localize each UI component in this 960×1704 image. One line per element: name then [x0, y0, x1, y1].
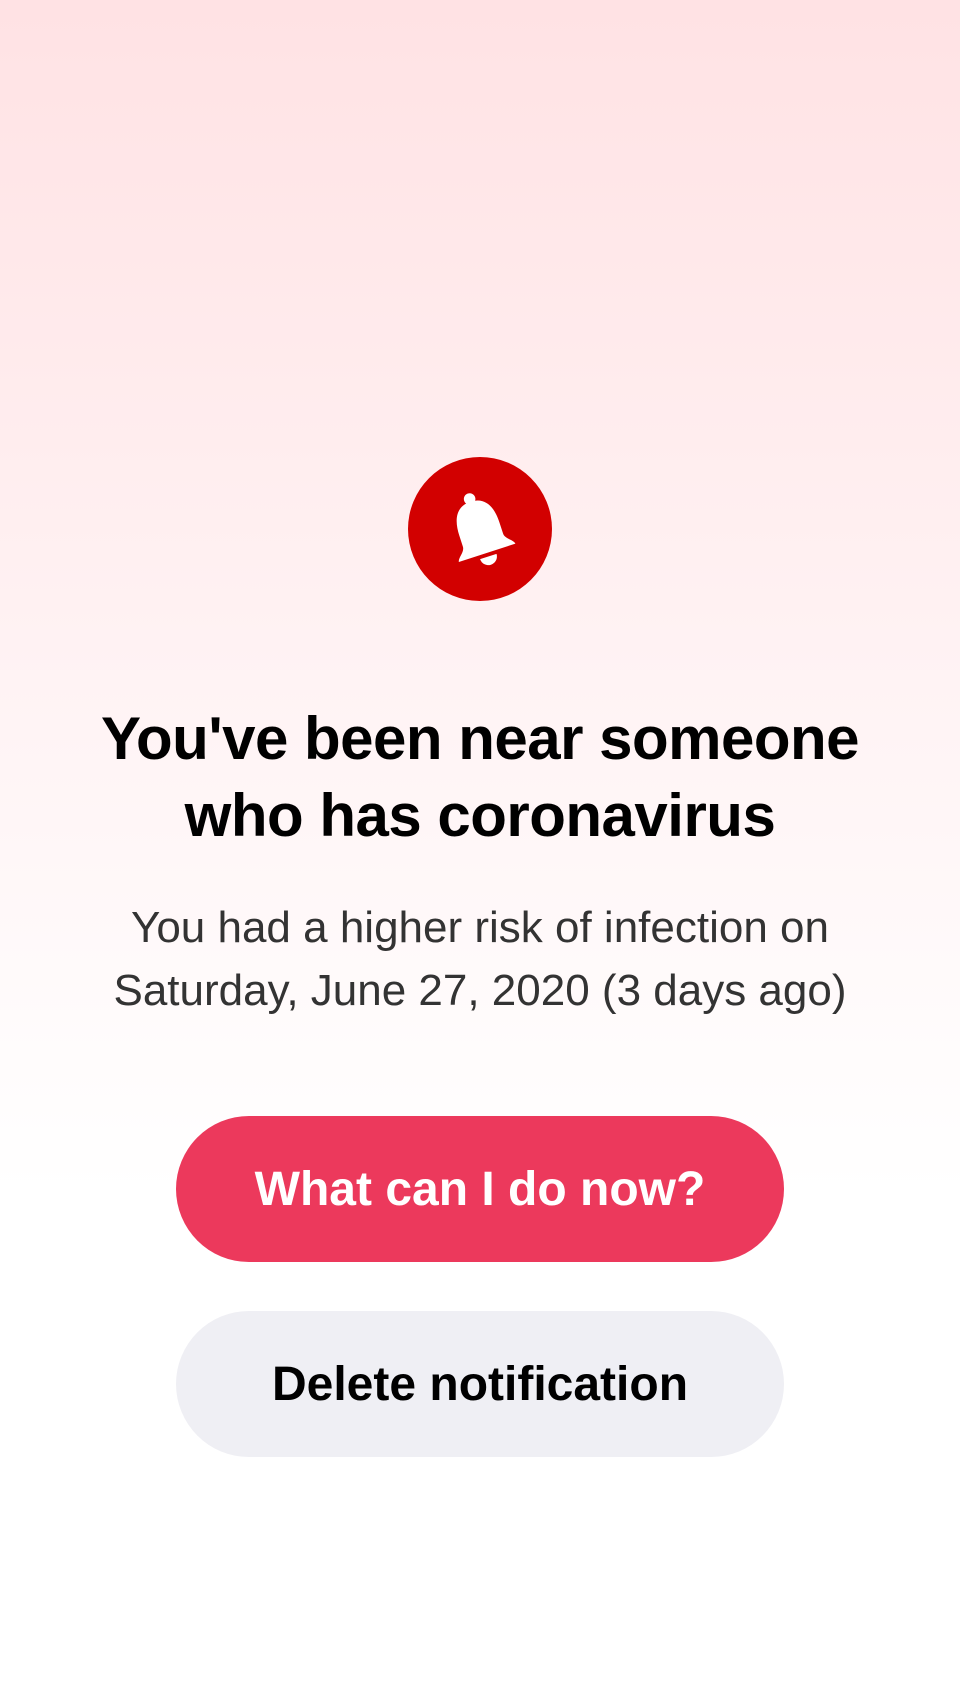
notification-description: You had a higher risk of infection on Sa…: [113, 903, 847, 1015]
exposure-notification-screen: You've been near someone who has coronav…: [0, 0, 960, 1704]
bell-icon: [456, 493, 516, 566]
delete-notification-button[interactable]: Delete notification: [176, 1311, 784, 1457]
what-can-i-do-button[interactable]: What can I do now?: [176, 1116, 784, 1262]
alert-badge: [408, 457, 552, 601]
notification-title: You've been near someone who has coronav…: [100, 705, 860, 849]
